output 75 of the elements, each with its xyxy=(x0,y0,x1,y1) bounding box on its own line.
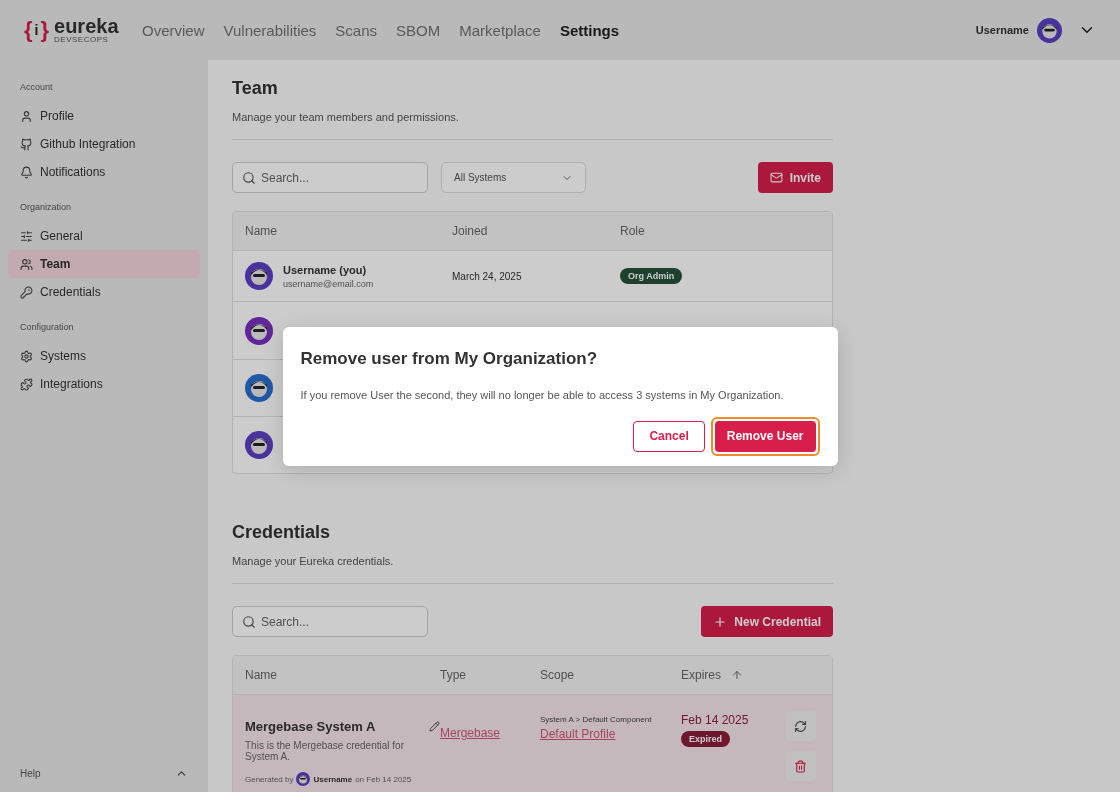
dialog-title: Remove user from My Organization? xyxy=(300,348,599,369)
new-credential-button[interactable]: New Credential xyxy=(701,606,833,637)
sidebar-item[interactable]: Notifications xyxy=(8,158,200,186)
column-header: Role xyxy=(620,224,646,238)
search-field[interactable]: Search... xyxy=(232,162,428,193)
column-header: Expires xyxy=(681,668,781,682)
puzzle-icon xyxy=(20,377,33,391)
scope-path: System A > Default Component xyxy=(540,715,653,724)
joined-date: March 24, 2025 xyxy=(452,270,523,282)
invite-button[interactable]: Invite xyxy=(757,162,833,193)
generated-date: on Feb 14 2025 xyxy=(355,774,412,784)
sort-arrow-icon[interactable] xyxy=(731,669,743,681)
sidebar-item[interactable]: Profile xyxy=(8,102,200,130)
nav-link[interactable]: SBOM xyxy=(396,21,441,39)
bell-icon xyxy=(20,165,33,179)
plus-icon xyxy=(713,614,728,629)
generated-label: Generated by xyxy=(245,774,294,784)
column-header: Scope xyxy=(540,668,576,682)
column-header: Type xyxy=(440,668,467,682)
settings-icon xyxy=(20,349,33,363)
sidebar-item[interactable]: General xyxy=(8,222,200,250)
avatar-icon xyxy=(245,431,273,459)
sidebar-item[interactable]: Credentials xyxy=(8,278,200,306)
member-name: Username (you) xyxy=(283,263,368,276)
section-title: Account xyxy=(19,82,54,92)
pencil-icon[interactable] xyxy=(429,721,440,732)
search-field[interactable]: Search... xyxy=(232,606,428,637)
help-label: Help xyxy=(20,768,41,779)
cancel-button[interactable]: Cancel xyxy=(633,420,705,452)
role-badge: Org Admin xyxy=(620,268,683,284)
users-icon xyxy=(20,257,33,271)
sliders-icon xyxy=(20,229,33,243)
section-title: Configuration xyxy=(19,322,75,332)
key-icon xyxy=(20,285,33,299)
member-email: username@email.com xyxy=(283,278,374,289)
column-header: Joined xyxy=(452,224,489,238)
column-header: Name xyxy=(245,224,278,238)
avatar-icon xyxy=(296,772,311,786)
dialog-message: If you remove User the second, they will no longer be able to access 3 systems in My Organization. xyxy=(300,388,785,401)
avatar-icon xyxy=(1037,17,1062,43)
avatar-icon xyxy=(245,374,273,402)
section-heading: Team xyxy=(232,78,279,99)
nav-link[interactable]: Scans xyxy=(335,21,378,39)
section-subtitle: Manage your Eureka credentials. xyxy=(232,555,395,567)
systems-dropdown[interactable]: All Systems xyxy=(441,162,586,193)
remove-user-button[interactable]: Remove User xyxy=(714,420,816,452)
sidebar-item[interactable]: Github Integration xyxy=(8,130,200,158)
section-heading: Credentials xyxy=(232,522,332,543)
search-icon xyxy=(242,615,256,629)
nav-link[interactable]: Vulnerabilities xyxy=(223,21,317,39)
sidebar-item[interactable]: Systems xyxy=(8,342,200,370)
status-badge: Expired xyxy=(681,731,730,747)
section-subtitle: Manage your team members and permissions. xyxy=(232,111,460,123)
credential-description: This is the Mergebase credential for System A. xyxy=(245,740,405,762)
expiry-date: Feb 14 2025 xyxy=(681,713,749,727)
mail-icon xyxy=(769,171,783,184)
trash-icon xyxy=(794,759,807,773)
search-icon xyxy=(242,171,256,185)
nav-link[interactable]: Overview xyxy=(142,21,205,39)
user-icon xyxy=(20,109,33,123)
refresh-button[interactable] xyxy=(785,711,816,741)
refresh-icon xyxy=(794,719,807,733)
generated-user: Username xyxy=(313,774,353,784)
nav-link[interactable]: Marketplace xyxy=(459,21,541,39)
avatar-icon xyxy=(245,316,273,345)
sidebar-item[interactable]: Integrations xyxy=(8,370,200,398)
sidebar-item[interactable]: Team xyxy=(8,250,200,278)
github-icon xyxy=(20,137,33,151)
credential-name: Mergebase System A xyxy=(245,719,376,734)
column-header: Name xyxy=(245,668,278,682)
delete-button[interactable] xyxy=(785,751,816,781)
nav-link[interactable]: Settings xyxy=(559,21,620,39)
avatar-icon xyxy=(245,262,273,290)
section-title: Organization xyxy=(19,202,73,212)
user-name: Username xyxy=(975,24,1029,36)
